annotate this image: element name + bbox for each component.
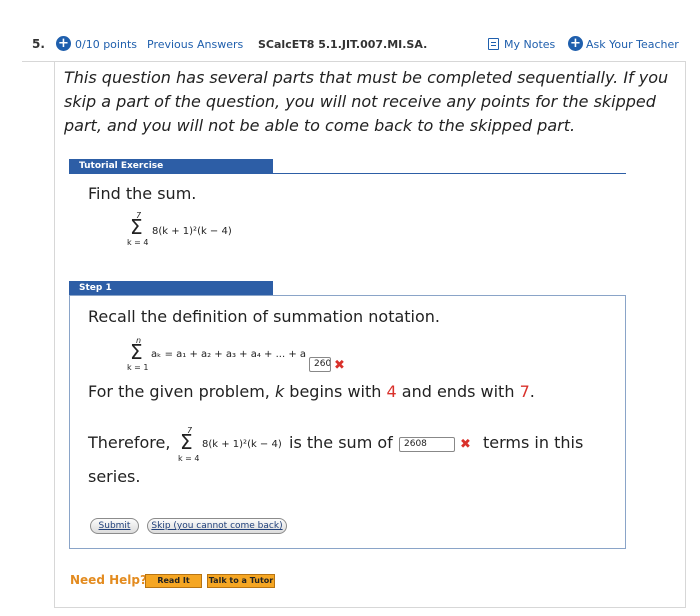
sum-expression: 8(k + 1)²(k − 4)	[202, 439, 282, 450]
talk-tutor-button[interactable]: Talk to a Tutor	[207, 574, 275, 588]
plus-circle-icon[interactable]: +	[568, 36, 583, 51]
question-header: 5. + 0/10 points Previous Answers SCalcE…	[22, 26, 686, 62]
def-expression: aₖ = a₁ + a₂ + a₃ + a₄ + ... + a	[151, 349, 307, 360]
question-number: 5.	[32, 37, 45, 51]
series-text: series.	[88, 467, 141, 486]
submit-button[interactable]: Submit	[90, 518, 139, 534]
terms-text: terms in this	[483, 433, 584, 452]
incorrect-icon: ✖	[334, 358, 345, 373]
sum-expression: 8(k + 1)²(k − 4)	[152, 226, 232, 237]
notes-icon[interactable]	[488, 38, 499, 50]
def-lower: k = 1	[127, 363, 149, 372]
sigma-icon: Σ	[130, 215, 143, 239]
step1-box	[69, 295, 626, 549]
points-link[interactable]: 0/10 points	[75, 38, 137, 51]
skip-button[interactable]: Skip (you cannot come back)	[147, 518, 287, 534]
tutorial-summation: 7 Σ k = 4 8(k + 1)²(k − 4)	[124, 211, 244, 249]
sum-lower: k = 4	[178, 454, 200, 463]
therefore-text: Therefore,	[88, 433, 171, 452]
previous-answers-link[interactable]: Previous Answers	[147, 38, 243, 51]
given-problem-text: For the given problem, k begins with 4 a…	[88, 382, 535, 401]
tutorial-rule	[69, 173, 626, 174]
plus-circle-icon[interactable]: +	[56, 36, 71, 51]
assignment-code: SCalcET8 5.1.JIT.007.MI.SA.	[258, 38, 428, 51]
answer-input-1[interactable]: 260	[309, 357, 331, 372]
sum-lower: k = 4	[127, 238, 149, 247]
need-help-label: Need Help?	[70, 573, 147, 587]
tutorial-tab: Tutorial Exercise	[69, 159, 273, 174]
read-it-button[interactable]: Read It	[145, 574, 202, 588]
sigma-icon: Σ	[180, 430, 193, 454]
my-notes-link[interactable]: My Notes	[504, 38, 555, 51]
is-sum-of-text: is the sum of	[289, 433, 393, 452]
ask-teacher-link[interactable]: Ask Your Teacher	[586, 38, 679, 51]
sigma-icon: Σ	[130, 340, 143, 364]
incorrect-icon: ✖	[460, 437, 471, 452]
therefore-summation: 7 Σ k = 4 8(k + 1)²(k − 4)	[176, 426, 296, 464]
answer-input-2[interactable]: 2608	[399, 437, 455, 452]
recall-text: Recall the definition of summation notat…	[88, 307, 440, 326]
find-sum-text: Find the sum.	[88, 184, 197, 203]
intro-text: This question has several parts that mus…	[64, 68, 669, 135]
step1-tab: Step 1	[69, 281, 273, 296]
